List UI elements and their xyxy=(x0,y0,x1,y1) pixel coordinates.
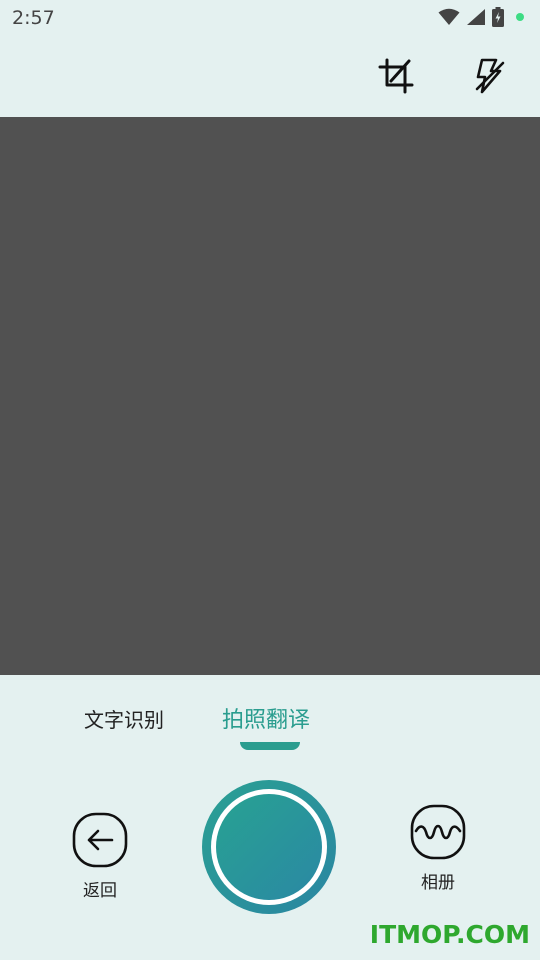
back-button[interactable]: 返回 xyxy=(72,812,128,901)
camera-preview[interactable] xyxy=(0,117,540,675)
back-arrow-icon xyxy=(72,812,128,868)
bottom-controls: 返回 相册 xyxy=(0,770,540,930)
notification-dot xyxy=(516,13,524,21)
watermark-logo: ITMOP.COM xyxy=(369,920,530,949)
album-label: 相册 xyxy=(421,873,455,893)
tab-photo-translate[interactable]: 拍照翻译 xyxy=(222,702,310,734)
status-bar: 2:57 xyxy=(0,0,540,36)
battery-charging-icon xyxy=(492,7,504,27)
crop-icon xyxy=(378,58,414,94)
flash-toggle-button[interactable] xyxy=(470,56,510,96)
status-icons xyxy=(438,7,524,27)
album-button[interactable]: 相册 xyxy=(410,804,466,893)
tab-text-recognition[interactable]: 文字识别 xyxy=(84,704,164,733)
top-toolbar xyxy=(0,36,540,117)
shutter-inner-circle xyxy=(216,794,322,900)
wifi-icon xyxy=(438,8,460,25)
shutter-button[interactable] xyxy=(202,780,336,914)
signal-icon xyxy=(467,9,485,25)
album-icon xyxy=(410,804,466,860)
flash-off-icon xyxy=(475,58,505,94)
back-label: 返回 xyxy=(83,881,117,901)
status-time: 2:57 xyxy=(12,7,55,29)
active-tab-indicator xyxy=(240,742,300,750)
crop-button[interactable] xyxy=(376,56,416,96)
